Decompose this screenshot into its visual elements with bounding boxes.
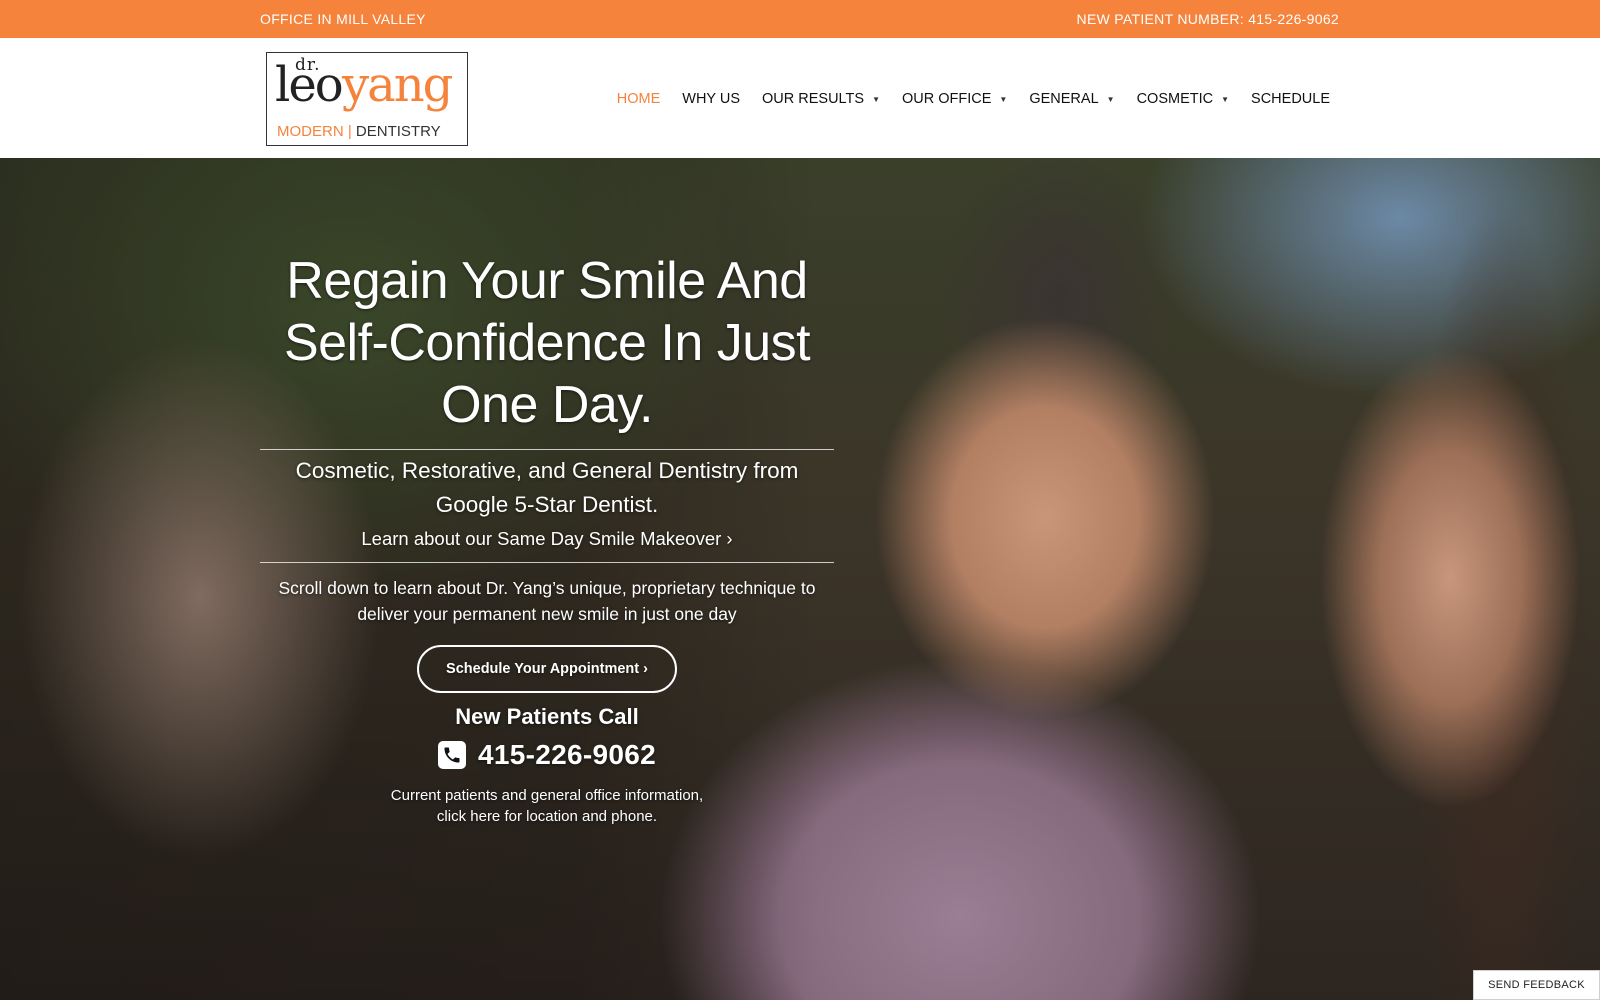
current-line: click here for location and phone. xyxy=(436,808,658,825)
nav-label: WHY US xyxy=(682,91,741,107)
nav-item-our-results[interactable]: OUR RESULTS ▼ xyxy=(762,91,880,107)
nav-label: SCHEDULE xyxy=(1251,91,1330,107)
new-patients-heading: New Patients Call xyxy=(455,704,639,729)
scroll-line: deliver your permanent new smile in just… xyxy=(357,604,737,624)
logo-modern: MODERN xyxy=(277,123,344,140)
nav-item-home[interactable]: HOME xyxy=(617,91,661,107)
caret-down-icon: ▼ xyxy=(872,94,880,104)
nav-item-schedule[interactable]: SCHEDULE xyxy=(1251,91,1330,107)
logo-leo: leo xyxy=(275,57,344,113)
new-patient-number[interactable]: NEW PATIENT NUMBER: 415-226-9062 xyxy=(1077,11,1339,27)
logo-dentistry: DENTISTRY xyxy=(355,123,441,140)
subhead-line: Google 5-Star Dentist. xyxy=(435,492,659,517)
scroll-line: Scroll down to learn about Dr. Yang’s un… xyxy=(278,578,816,598)
send-feedback-button[interactable]: SEND FEEDBACK xyxy=(1473,970,1600,1000)
subhead-line: Cosmetic, Restorative, and General Denti… xyxy=(295,458,799,483)
hero-subhead: Cosmetic, Restorative, and General Denti… xyxy=(260,454,834,522)
main-nav: HOME WHY US OUR RESULTS ▼ OUR OFFICE ▼ G… xyxy=(595,91,1330,107)
phone-call-row[interactable]: 415-226-9062 xyxy=(260,739,834,771)
nav-label: OUR RESULTS xyxy=(762,91,865,107)
nav-item-why-us[interactable]: WHY US xyxy=(682,91,740,107)
top-bar: OFFICE IN MILL VALLEY NEW PATIENT NUMBER… xyxy=(0,0,1600,38)
nav-item-cosmetic[interactable]: COSMETIC ▼ xyxy=(1137,91,1229,107)
office-location: OFFICE IN MILL VALLEY xyxy=(260,11,426,27)
headline-line: Regain Your Smile And xyxy=(286,252,808,310)
hero-section: Regain Your Smile And Self-Confidence In… xyxy=(0,158,1600,1000)
nav-label: OUR OFFICE xyxy=(902,91,992,107)
site-header: dr. leo yang MODERN | DENTISTRY HOME WHY… xyxy=(0,38,1600,158)
caret-down-icon: ▼ xyxy=(999,94,1008,104)
current-line: Current patients and general office info… xyxy=(390,787,704,804)
current-patients-link[interactable]: Current patients and general office info… xyxy=(260,785,834,827)
headline-line: Self-Confidence In Just xyxy=(283,314,811,372)
divider xyxy=(260,562,834,563)
new-patient-phone-number[interactable]: 415-226-9062 xyxy=(478,739,656,771)
logo[interactable]: dr. leo yang MODERN | DENTISTRY xyxy=(266,52,468,146)
headline-line: One Day. xyxy=(441,376,653,434)
nav-label: HOME xyxy=(616,91,661,107)
nav-item-general[interactable]: GENERAL ▼ xyxy=(1029,91,1114,107)
caret-down-icon: ▼ xyxy=(1221,94,1230,104)
logo-yang: yang xyxy=(342,57,453,113)
phone-icon xyxy=(438,741,466,769)
divider xyxy=(260,449,834,450)
hero-headline: Regain Your Smile And Self-Confidence In… xyxy=(260,250,834,436)
nav-item-our-office[interactable]: OUR OFFICE ▼ xyxy=(902,91,1007,107)
schedule-appointment-button[interactable]: Schedule Your Appointment › xyxy=(417,645,677,693)
scroll-prompt: Scroll down to learn about Dr. Yang’s un… xyxy=(260,575,834,627)
logo-tagline: MODERN | DENTISTRY xyxy=(277,123,441,140)
caret-down-icon: ▼ xyxy=(1106,94,1115,104)
nav-label: GENERAL xyxy=(1029,91,1099,107)
logo-separator: | xyxy=(347,123,352,140)
same-day-makeover-link[interactable]: Learn about our Same Day Smile Makeover … xyxy=(260,524,834,554)
hero-content: Regain Your Smile And Self-Confidence In… xyxy=(260,250,834,827)
nav-label: COSMETIC xyxy=(1136,91,1214,107)
